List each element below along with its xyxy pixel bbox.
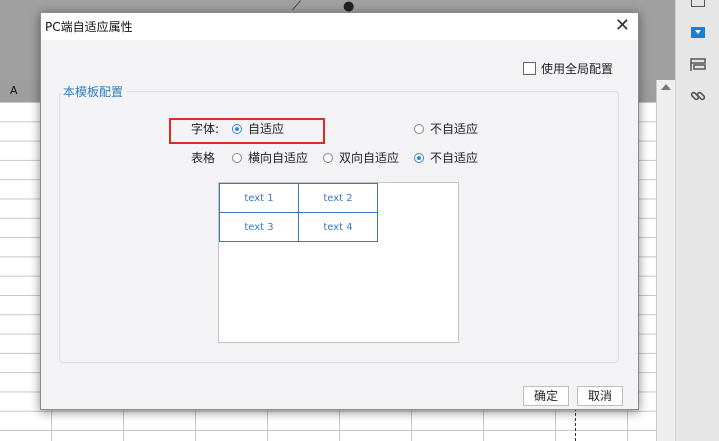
pen-icon: ⟋: [292, 0, 302, 14]
font-adaptive-label: 自适应: [248, 122, 285, 136]
table-non-adaptive-radio[interactable]: 不自适应: [414, 149, 478, 166]
font-adaptive-radio[interactable]: 自适应: [232, 120, 284, 137]
font-non-adaptive-radio[interactable]: 不自适应: [414, 120, 478, 137]
crop-icon[interactable]: [676, 0, 719, 10]
radio-selected-icon[interactable]: [414, 152, 424, 163]
table-row-label: 表格: [191, 151, 216, 165]
dropdown-widget-icon[interactable]: [676, 27, 719, 41]
preview-table: text 1 text 2 text 3 text 4: [219, 183, 378, 242]
adaptive-properties-dialog: PC端自适应属性 ✕ 使用全局配置 本模板配置 字体: 自适应 不自适应 表格 …: [40, 12, 639, 410]
preview-area: text 1 text 2 text 3 text 4: [218, 182, 459, 343]
template-config-title: 本模板配置: [60, 83, 127, 100]
table-bidirectional-label: 双向自适应: [339, 151, 400, 165]
radio-unselected-icon[interactable]: [414, 123, 424, 134]
close-icon[interactable]: ✕: [615, 15, 630, 37]
form-icon[interactable]: [676, 58, 719, 75]
font-row-label: 字体:: [191, 122, 220, 136]
preview-cell: text 2: [298, 183, 378, 213]
table-non-adaptive-label: 不自适应: [430, 151, 479, 165]
radio-unselected-icon[interactable]: [323, 152, 333, 163]
column-a-label: A: [10, 84, 18, 97]
radio-selected-icon[interactable]: [232, 123, 242, 134]
checkbox-box[interactable]: [523, 62, 536, 75]
brush-icon: ●: [343, 0, 355, 14]
scroll-up-icon[interactable]: [661, 84, 671, 90]
link-icon[interactable]: [676, 88, 719, 108]
radio-unselected-icon[interactable]: [232, 152, 242, 163]
ok-button[interactable]: 确定: [523, 386, 569, 406]
table-horizontal-radio[interactable]: 横向自适应: [232, 149, 308, 166]
preview-cell: text 1: [219, 183, 299, 213]
table-horizontal-label: 横向自适应: [248, 151, 309, 165]
vertical-scrollbar[interactable]: [656, 80, 676, 441]
cancel-button[interactable]: 取消: [577, 386, 623, 406]
right-side-panel: [675, 0, 719, 441]
table-bidirectional-radio[interactable]: 双向自适应: [323, 149, 399, 166]
dialog-titlebar: PC端自适应属性 ✕: [41, 13, 638, 40]
preview-cell: text 3: [219, 212, 299, 242]
font-non-adaptive-label: 不自适应: [430, 122, 479, 136]
preview-cell: text 4: [298, 212, 378, 242]
dialog-title: PC端自适应属性: [45, 20, 133, 34]
use-global-config-checkbox[interactable]: 使用全局配置: [523, 60, 613, 77]
use-global-config-label: 使用全局配置: [541, 62, 614, 76]
